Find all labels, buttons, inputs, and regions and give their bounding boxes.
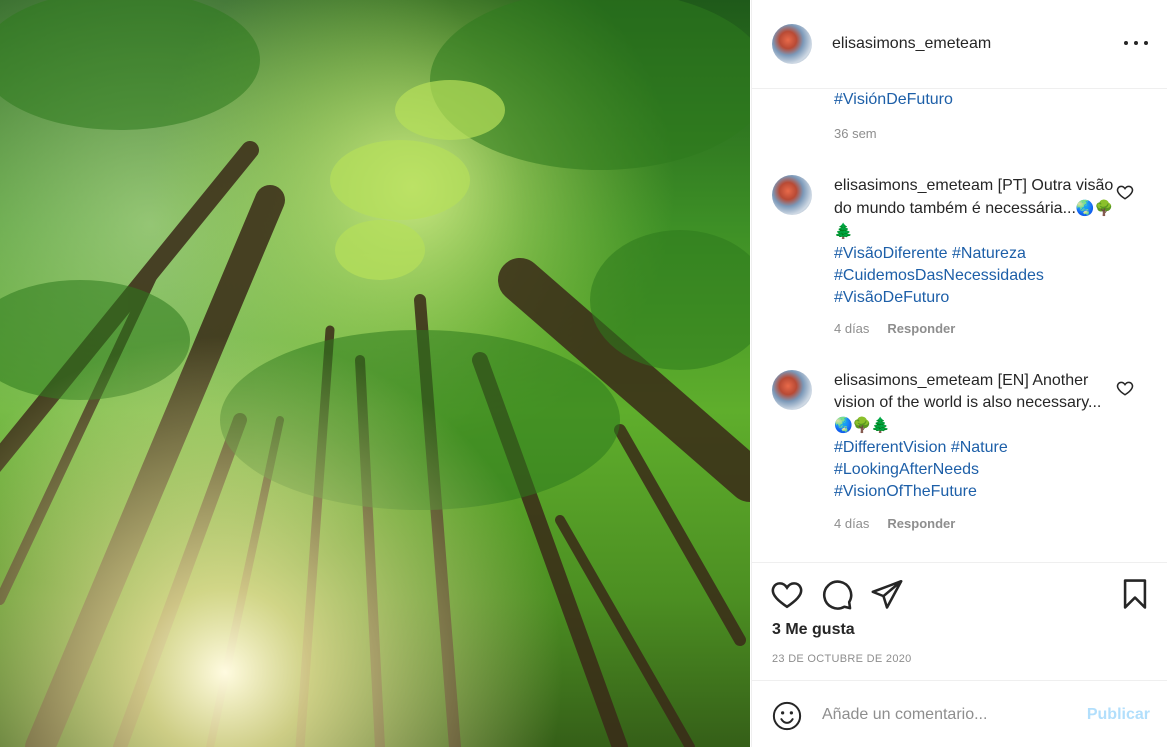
post-author-username[interactable]: elisasimons_emeteam (832, 35, 991, 53)
caption-hashtag[interactable]: #VisiónDeFuturo (834, 89, 953, 111)
likes-count[interactable]: 3 Me gusta (772, 621, 855, 639)
hashtag-link[interactable]: #CuidemosDasNecessidades (834, 265, 1114, 287)
comment-meta: 4 días Responder (834, 321, 955, 336)
like-comment-heart-icon[interactable] (1116, 379, 1134, 397)
post-date[interactable]: 23 DE OCTUBRE DE 2020 (772, 653, 912, 665)
reply-button[interactable]: Responder (887, 516, 955, 531)
avatar[interactable] (772, 24, 812, 64)
reply-button[interactable]: Responder (887, 321, 955, 336)
comment-emojis: 🌏🌳🌲 (834, 416, 891, 434)
comment-username[interactable]: elisasimons_emeteam (834, 177, 993, 194)
hashtag-link[interactable]: #VisãoDiferente (834, 245, 948, 262)
forest-canopy-image (0, 0, 750, 747)
like-heart-icon[interactable] (770, 577, 804, 611)
hashtag-link[interactable]: #VisionOfTheFuture (834, 481, 1114, 503)
more-options-icon[interactable] (1124, 36, 1148, 50)
share-send-icon[interactable] (870, 577, 904, 611)
comments-list[interactable]: #VisiónDeFuturo 36 sem elisasimons_emete… (752, 89, 1167, 561)
avatar[interactable] (772, 175, 812, 215)
post-sidebar: elisasimons_emeteam #VisiónDeFuturo 36 s… (751, 0, 1167, 747)
avatar[interactable] (772, 370, 812, 410)
comment-text: elisasimons_emeteam [EN] Another vision … (834, 370, 1114, 503)
post-photo[interactable] (0, 0, 750, 747)
hashtag-link[interactable]: #Nature (951, 439, 1008, 456)
comment-bubble-icon[interactable] (820, 577, 854, 611)
comment-meta: 4 días Responder (834, 516, 955, 531)
comment-input[interactable] (822, 701, 1072, 729)
save-bookmark-icon[interactable] (1118, 577, 1152, 611)
hashtag-link[interactable]: #VisãoDeFuturo (834, 287, 1114, 309)
like-comment-heart-icon[interactable] (1116, 183, 1134, 201)
hashtag-link[interactable]: #Natureza (952, 245, 1026, 262)
hashtag-link[interactable]: #DifferentVision (834, 439, 946, 456)
hashtag-link[interactable]: #LookingAfterNeeds (834, 459, 1114, 481)
emoji-smiley-icon[interactable] (772, 701, 802, 731)
caption-timestamp[interactable]: 36 sem (834, 126, 877, 141)
publish-button[interactable]: Publicar (1087, 706, 1150, 724)
comment-composer: Publicar (752, 680, 1167, 748)
comment-text: elisasimons_emeteam [PT] Outra visão do … (834, 175, 1114, 309)
post-actions: 3 Me gusta 23 DE OCTUBRE DE 2020 (752, 562, 1167, 681)
comment-timestamp[interactable]: 4 días (834, 321, 869, 336)
comment-username[interactable]: elisasimons_emeteam (834, 372, 993, 389)
post-header: elisasimons_emeteam (752, 0, 1167, 89)
comment-timestamp[interactable]: 4 días (834, 516, 869, 531)
